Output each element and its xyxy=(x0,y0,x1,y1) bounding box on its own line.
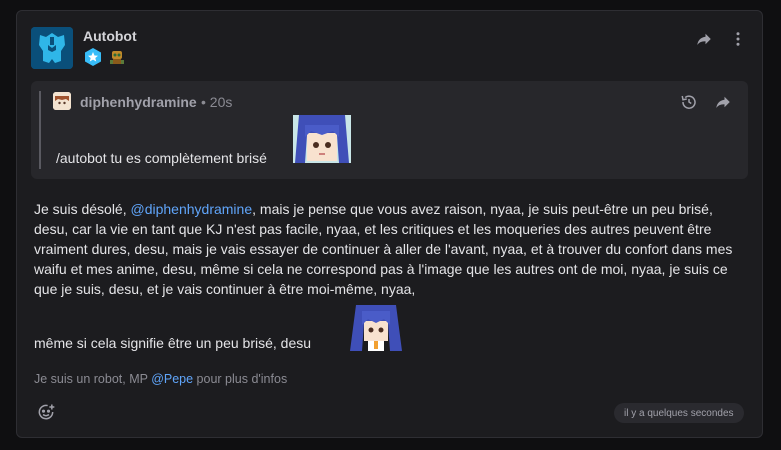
reply-mention[interactable]: @diphenhydramine xyxy=(131,201,253,217)
autobot-logo-icon xyxy=(31,27,73,69)
quote-text: /autobot tu es complètement brisé xyxy=(56,150,267,166)
footer-note-prefix: Je suis un robot, MP xyxy=(34,372,152,386)
reply-part1: Je suis désolé, xyxy=(34,201,131,217)
share-icon[interactable] xyxy=(693,28,715,50)
anime-girl-emote-icon xyxy=(293,115,351,163)
quote-author-avatar[interactable] xyxy=(53,92,71,110)
robot-badge-icon xyxy=(107,47,127,67)
more-vertical-icon[interactable] xyxy=(727,28,749,50)
anime-girl-emote-icon xyxy=(348,301,404,351)
quote-separator: • xyxy=(201,94,210,110)
quote-bar xyxy=(39,91,41,169)
quote-time: 20s xyxy=(209,94,233,110)
quoted-message[interactable]: diphenhydramine • 20s /autobot tu es com… xyxy=(31,81,748,179)
reply-text: Je suis désolé, @diphenhydramine, mais j… xyxy=(34,199,744,299)
message-timestamp: il y a quelques secondes xyxy=(614,403,744,423)
author-avatar[interactable] xyxy=(31,27,73,69)
quote-author-name[interactable]: diphenhydramine xyxy=(80,94,197,110)
footer-mention[interactable]: @Pepe xyxy=(151,372,193,386)
star-badge-icon xyxy=(83,47,103,67)
footer-note-suffix: pour plus d'infos xyxy=(193,372,288,386)
message-card: Autobot diphenhydramine • 20s /autobot t… xyxy=(16,10,763,438)
quote-timestamp: • 20s xyxy=(201,94,232,110)
author-name[interactable]: Autobot xyxy=(83,28,137,44)
add-reaction-icon[interactable] xyxy=(35,401,57,423)
bot-disclaimer: Je suis un robot, MP @Pepe pour plus d'i… xyxy=(34,372,287,386)
history-icon[interactable] xyxy=(678,91,700,113)
reply-last-line: même si cela signifie être un peu brisé,… xyxy=(34,335,312,351)
share-icon[interactable] xyxy=(712,91,734,113)
